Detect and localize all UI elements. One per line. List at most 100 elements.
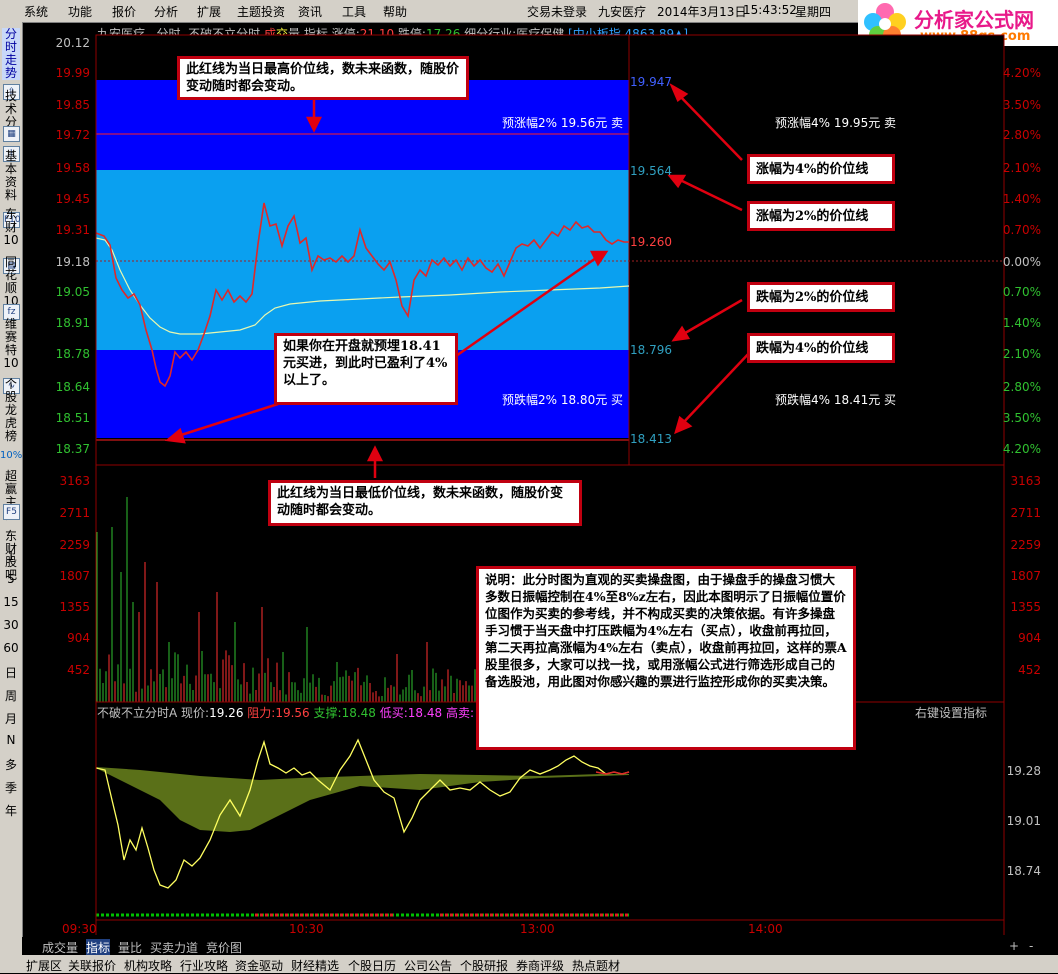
time-tick: 13:00	[520, 922, 555, 936]
price-label: 现价:	[181, 706, 210, 720]
pct-tick: 2.80%	[1002, 128, 1041, 142]
level-down2-value: 18.796	[630, 343, 672, 357]
pct-tick: 1.40%	[1002, 192, 1041, 206]
level-down4-label: 预跌幅4% 18.41元 买	[775, 393, 897, 407]
band-up2	[96, 170, 629, 350]
indicator-tick: 19.01	[1006, 814, 1041, 828]
indicator-header: 不破不立分时A 现价:19.26 阻力:19.56 支撑:18.48 低买:18…	[97, 704, 474, 721]
volume-tick-right: 3163	[1010, 474, 1041, 488]
price-tick: 18.78	[55, 347, 90, 361]
price-tick: 20.12	[55, 36, 90, 50]
volume-tick: 452	[67, 663, 90, 677]
bottom-item[interactable]: 财经精选	[291, 957, 339, 974]
price-tick: 19.18	[55, 255, 90, 269]
volume-tick: 1807	[59, 569, 90, 583]
price-value: 19.26	[209, 706, 244, 720]
tab-volume-ratio[interactable]: 量比	[118, 939, 142, 956]
callout-down2: 跌幅为2%的价位线	[747, 282, 895, 312]
tab-indicator[interactable]: 指标	[86, 939, 111, 956]
price-tick: 19.45	[55, 192, 90, 206]
bottom-item[interactable]: 个股日历	[348, 957, 396, 974]
bottom-bar: 扩展区 关联报价 机构攻略 行业攻略 资金驱动 财经精选 个股日历 公司公告 个…	[22, 955, 1058, 973]
indicator-name[interactable]: 不破不立分时A	[97, 706, 177, 720]
callout-up4: 涨幅为4%的价位线	[747, 154, 895, 184]
time-tick: 10:30	[289, 922, 324, 936]
indicator-tick: 19.28	[1006, 764, 1041, 778]
pct-tick: 2.80%	[1002, 380, 1041, 394]
price-tick: 18.51	[55, 411, 90, 425]
bottom-item[interactable]: 个股研报	[460, 957, 508, 974]
bottom-item[interactable]: 券商评级	[516, 957, 564, 974]
zoom-in-button[interactable]: +	[1009, 939, 1019, 953]
level-up2-value: 19.564	[630, 164, 672, 178]
pct-tick: 0.70%	[1002, 285, 1041, 299]
bottom-item[interactable]: 资金驱动	[235, 957, 283, 974]
zoom-out-button[interactable]: -	[1029, 939, 1033, 953]
indicator-fill	[96, 767, 629, 832]
pct-tick: 1.40%	[1002, 316, 1041, 330]
callout-explanation: 说明：此分时图为直观的买卖操盘图，由于操盘手的操盘习惯大多数日振幅控制在4%至8…	[476, 566, 856, 750]
highsell-label: 高卖:	[445, 706, 475, 720]
volume-tick: 2711	[59, 506, 90, 520]
level-down4-value: 18.413	[630, 432, 672, 446]
price-tick: 19.31	[55, 223, 90, 237]
price-tick: 18.37	[55, 442, 90, 456]
callout-low-line: 此红线为当日最低价位线，数未来函数，随股价变动随时都会变动。	[268, 480, 582, 526]
indicator-tick: 18.74	[1006, 864, 1041, 878]
level-up4-label: 预涨幅4% 19.95元 卖	[775, 116, 897, 130]
bottom-item[interactable]: 热点题材	[572, 957, 620, 974]
callout-down4: 跌幅为4%的价位线	[747, 333, 895, 363]
bottom-item[interactable]: 机构攻略	[124, 957, 172, 974]
callout-up2: 涨幅为2%的价位线	[747, 201, 895, 231]
tab-buy-sell-power[interactable]: 买卖力道	[150, 939, 198, 956]
volume-tick-right: 452	[1018, 663, 1041, 677]
level-down2-label: 预跌幅2% 18.80元 买	[502, 393, 624, 407]
volume-tick-right: 904	[1018, 631, 1041, 645]
price-tick: 18.91	[55, 316, 90, 330]
indicator-red-line	[595, 771, 630, 775]
bottom-item[interactable]: 关联报价	[68, 957, 116, 974]
volume-tick: 1355	[59, 600, 90, 614]
current-price-value: 19.260	[630, 235, 672, 249]
tab-auction[interactable]: 竞价图	[206, 939, 242, 956]
lowbuy-value: 18.48	[407, 706, 443, 720]
bottom-item[interactable]: 扩展区	[26, 957, 62, 974]
volume-tick: 904	[67, 631, 90, 645]
lowbuy-label: 低买:	[379, 706, 408, 720]
price-tick: 19.85	[55, 98, 90, 112]
support-label: 支撑:	[313, 706, 342, 720]
volume-tick-right: 2259	[1010, 538, 1041, 552]
price-tick: 19.99	[55, 66, 90, 80]
level-up2-label: 预涨幅2% 19.56元 卖	[502, 116, 624, 130]
callout-buy-note: 如果你在开盘就预埋18.41元买进，到此时已盈利了4%以上了。	[274, 333, 458, 405]
level-up4-value: 19.947	[630, 75, 672, 89]
volume-tick-right: 1355	[1010, 600, 1041, 614]
volume-tick-right: 2711	[1010, 506, 1041, 520]
price-tick: 19.72	[55, 128, 90, 142]
time-tick: 14:00	[748, 922, 783, 936]
price-tick: 19.05	[55, 285, 90, 299]
bottom-tabs: 成交量 指标 量比 买卖力道 竞价图 + -	[22, 937, 1058, 956]
resist-label: 阻力:	[247, 706, 276, 720]
callout-high-line: 此红线为当日最高价位线，数未来函数，随股价变动随时都会变动。	[177, 56, 469, 100]
pct-tick: 0.00%	[1002, 255, 1041, 269]
bottom-item[interactable]: 公司公告	[404, 957, 452, 974]
pct-tick: 2.10%	[1002, 161, 1041, 175]
volume-tick: 3163	[59, 474, 90, 488]
time-tick: 09:30	[62, 922, 97, 936]
pct-tick: 2.10%	[1002, 347, 1041, 361]
pct-tick: 4.20%	[1002, 66, 1041, 80]
tab-volume[interactable]: 成交量	[42, 939, 78, 956]
price-tick: 18.64	[55, 380, 90, 394]
resist-value: 19.56	[275, 706, 310, 720]
right-click-hint[interactable]: 右键设置指标	[915, 704, 987, 721]
pct-tick: 3.50%	[1002, 411, 1041, 425]
pct-tick: 4.20%	[1002, 442, 1041, 456]
pct-tick: 3.50%	[1002, 98, 1041, 112]
support-value: 18.48	[341, 706, 376, 720]
pct-tick: 0.70%	[1002, 223, 1041, 237]
volume-tick: 2259	[59, 538, 90, 552]
volume-tick-right: 1807	[1010, 569, 1041, 583]
bottom-item[interactable]: 行业攻略	[180, 957, 228, 974]
price-tick: 19.58	[55, 161, 90, 175]
